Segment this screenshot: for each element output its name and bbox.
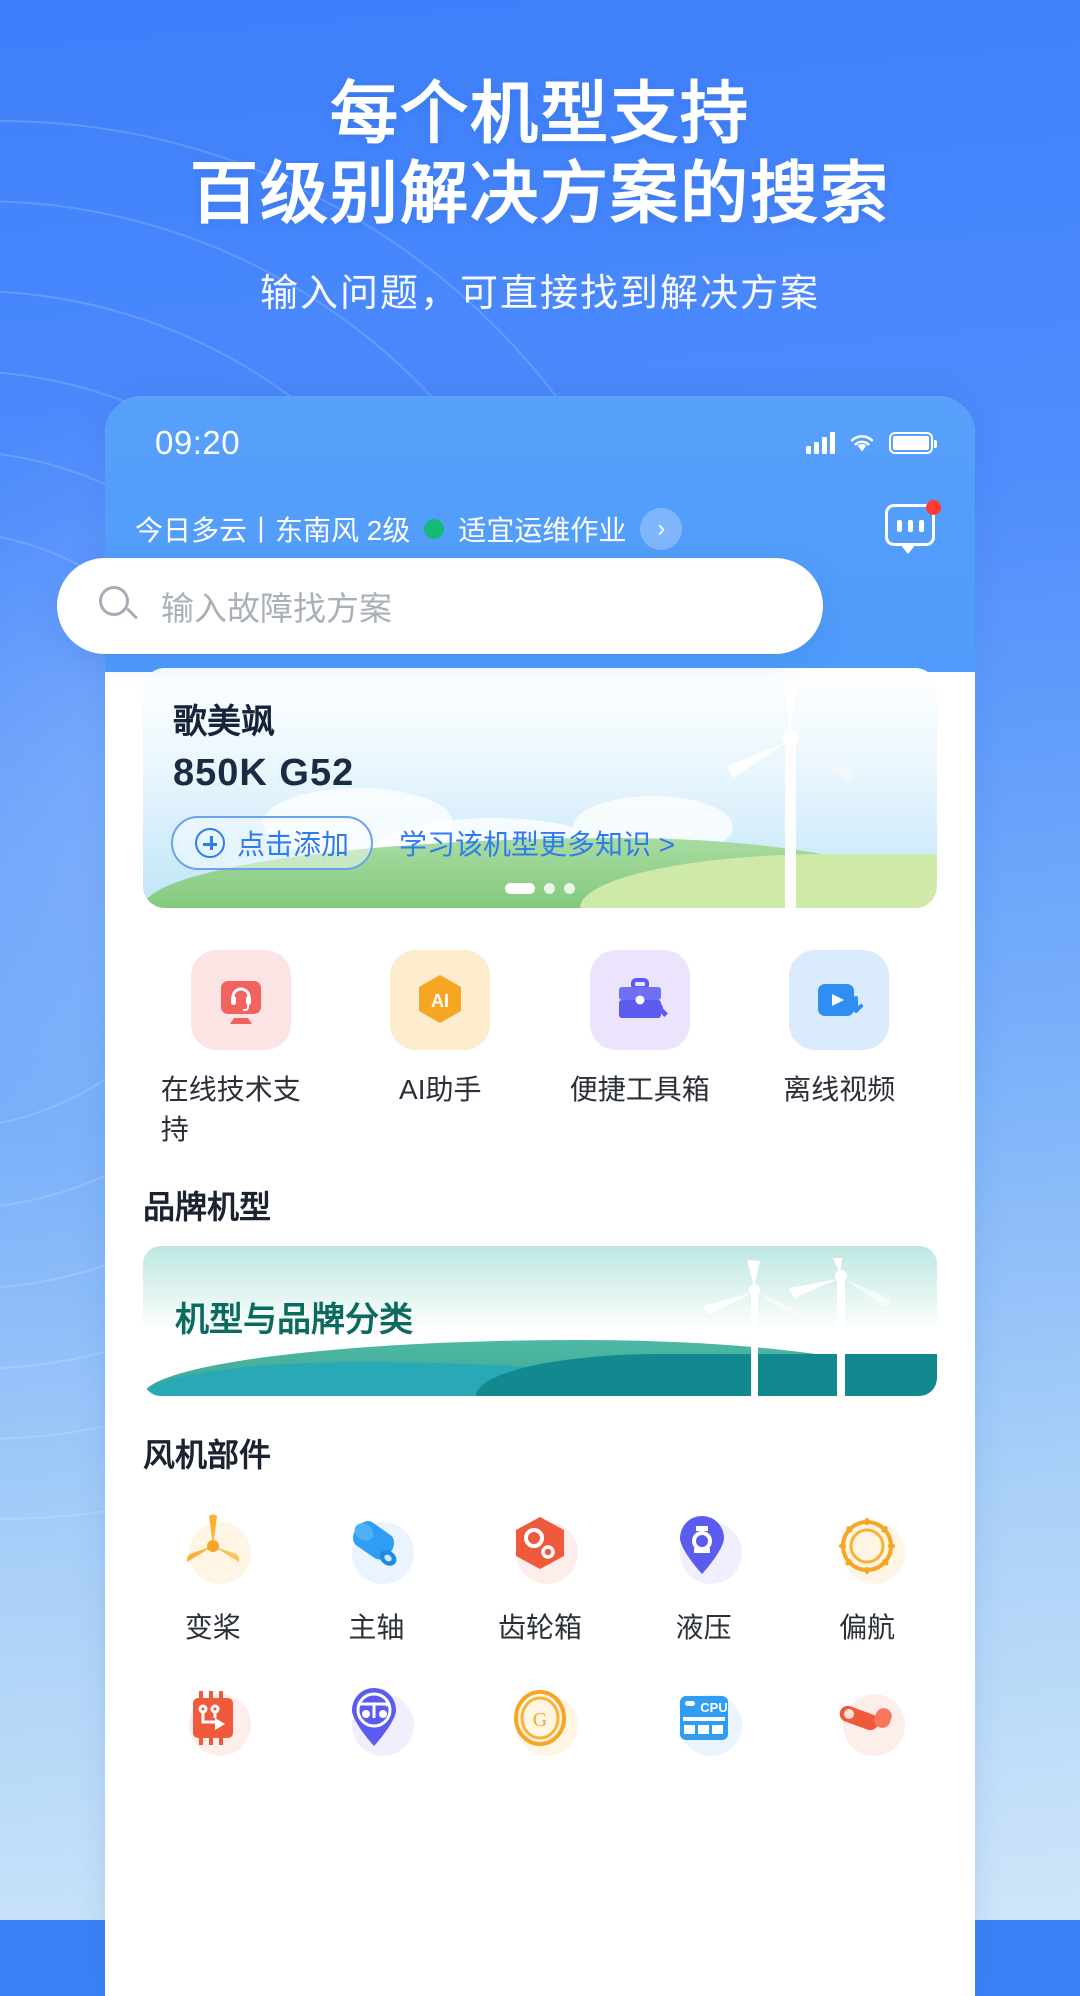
add-machine-label: 点击添加 [237, 829, 350, 860]
component-label: 偏航 [839, 1612, 896, 1643]
headset-support-icon [190, 950, 291, 1050]
promo-headline: 每个机型支持 百级别解决方案的搜索 [0, 74, 1080, 234]
quick-action-online-support[interactable]: 在线技术支持 [161, 950, 321, 1148]
sensor-icon [821, 1672, 913, 1764]
component-item-main-shaft[interactable]: 主轴 [295, 1500, 459, 1646]
hero-brand: 歌美飒 [173, 703, 275, 741]
promo-text-block: 每个机型支持 百级别解决方案的搜索 输入问题，可直接找到解决方案 [0, 0, 1080, 317]
component-item-generator[interactable]: G [458, 1672, 622, 1778]
gearbox-icon [494, 1500, 586, 1592]
chevron-right-icon[interactable]: › [640, 508, 683, 550]
promo-subtitle: 输入问题，可直接找到解决方案 [259, 273, 820, 316]
brand-banner-container: 机型与品牌分类 [105, 1246, 975, 1396]
component-item-alignment[interactable] [295, 1672, 459, 1778]
hero-card-container: 歌美飒 850K G52 点击添加 学习该机型更多知识 > [105, 668, 975, 908]
hero-model: 850K G52 [173, 752, 355, 794]
status-dot-icon [424, 519, 445, 539]
video-download-icon [789, 950, 890, 1050]
component-item-gearbox[interactable]: 齿轮箱 [458, 1500, 622, 1646]
alignment-icon [330, 1672, 422, 1764]
generator-icon: G [494, 1672, 586, 1764]
carousel-indicator[interactable] [505, 883, 575, 894]
quick-action-ai-assistant[interactable]: AI AI助手 [360, 950, 520, 1148]
component-label: 变桨 [184, 1612, 241, 1643]
weather-bar-content: 今日多云丨东南风 2级 适宜运维作业 › [135, 508, 683, 550]
carousel-dot[interactable] [544, 883, 555, 894]
components-grid: 变桨 主轴 齿轮箱 液压 偏航 G CPU [105, 1494, 975, 1804]
svg-text:CPU: CPU [700, 1700, 727, 1715]
status-bar-icons [806, 432, 937, 454]
quick-action-label: 离线视频 [783, 1074, 896, 1105]
weather-status-text: 适宜运维作业 [458, 515, 627, 546]
quick-action-label: 在线技术支持 [160, 1074, 301, 1145]
component-item-hydraulic[interactable]: 液压 [622, 1500, 786, 1646]
hydraulic-icon [658, 1500, 750, 1592]
quick-actions-row: 在线技术支持 AI AI助手 便捷工具箱 离线视频 [105, 908, 975, 1148]
pitch-blade-icon [167, 1500, 259, 1592]
search-bar[interactable]: 输入故障找方案 [57, 558, 823, 654]
component-item-yaw[interactable]: 偏航 [785, 1500, 949, 1646]
plus-circle-icon [195, 828, 225, 858]
status-bar: 09:20 [105, 396, 975, 490]
message-button[interactable] [885, 500, 941, 554]
search-icon [99, 586, 139, 626]
quick-action-label: 便捷工具箱 [569, 1074, 710, 1105]
component-item-control-board[interactable] [131, 1672, 295, 1778]
wifi-icon [849, 433, 875, 453]
quick-action-offline-video[interactable]: 离线视频 [759, 950, 919, 1148]
quick-action-label: AI助手 [399, 1074, 482, 1105]
svg-text:AI: AI [431, 991, 449, 1011]
brand-category-banner[interactable]: 机型与品牌分类 [143, 1246, 937, 1396]
add-machine-button[interactable]: 点击添加 [171, 816, 374, 870]
main-shaft-icon [330, 1500, 422, 1592]
search-placeholder: 输入故障找方案 [161, 590, 392, 627]
component-item-sensor[interactable] [785, 1672, 949, 1778]
machine-model-card[interactable]: 歌美飒 850K G52 点击添加 学习该机型更多知识 > [143, 668, 937, 908]
component-item-cpu[interactable]: CPU [622, 1672, 786, 1778]
carousel-dot-active[interactable] [505, 883, 535, 894]
notification-badge [926, 500, 941, 515]
yaw-bearing-icon [821, 1500, 913, 1592]
quick-action-toolbox[interactable]: 便捷工具箱 [560, 950, 720, 1148]
wind-turbines-hills-illustration [703, 1258, 891, 1396]
component-label: 液压 [675, 1612, 732, 1643]
section-title-components: 风机部件 [143, 1437, 272, 1473]
component-label: 主轴 [348, 1612, 405, 1643]
weather-bar[interactable]: 今日多云丨东南风 2级 适宜运维作业 › [105, 490, 975, 568]
battery-icon [889, 432, 937, 454]
wind-turbine-illustration [727, 680, 855, 908]
control-board-icon [167, 1672, 259, 1764]
ai-hexagon-icon: AI [390, 950, 491, 1050]
component-item-pitch[interactable]: 变桨 [131, 1500, 295, 1646]
cellular-signal-icon [806, 432, 835, 454]
cpu-icon: CPU [658, 1672, 750, 1764]
carousel-dot[interactable] [564, 883, 575, 894]
svg-text:G: G [533, 1709, 547, 1731]
brand-banner-title: 机型与品牌分类 [175, 1301, 413, 1339]
component-label: 齿轮箱 [497, 1612, 582, 1643]
weather-text: 今日多云丨东南风 2级 [135, 515, 411, 546]
promo-headline-line2: 百级别解决方案的搜索 [189, 156, 890, 233]
section-title-brand-models: 品牌机型 [143, 1189, 272, 1225]
toolbox-wrench-icon [589, 950, 690, 1050]
status-bar-clock: 09:20 [155, 424, 241, 461]
hero-actions: 点击添加 学习该机型更多知识 > [171, 816, 675, 870]
learn-more-link[interactable]: 学习该机型更多知识 > [399, 823, 675, 863]
promo-headline-line1: 每个机型支持 [329, 76, 750, 152]
